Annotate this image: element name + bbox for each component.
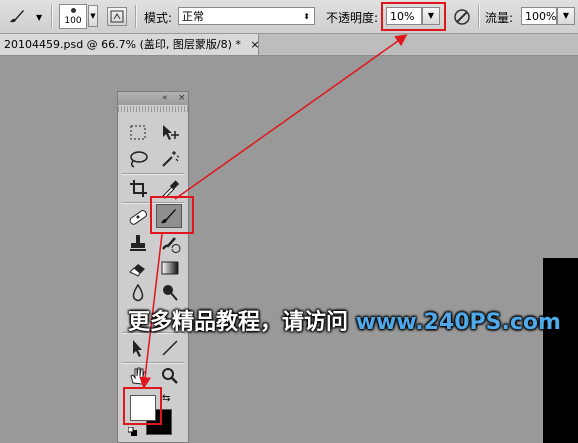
watermark: 更多精品教程，请访问 www.240PS.com [128,309,568,337]
arrow-to-opacity [174,34,408,200]
watermark-text: 更多精品教程，请访问 [128,310,349,335]
watermark-url: www.240PS.com [355,310,561,335]
annotation-arrows [139,34,408,389]
